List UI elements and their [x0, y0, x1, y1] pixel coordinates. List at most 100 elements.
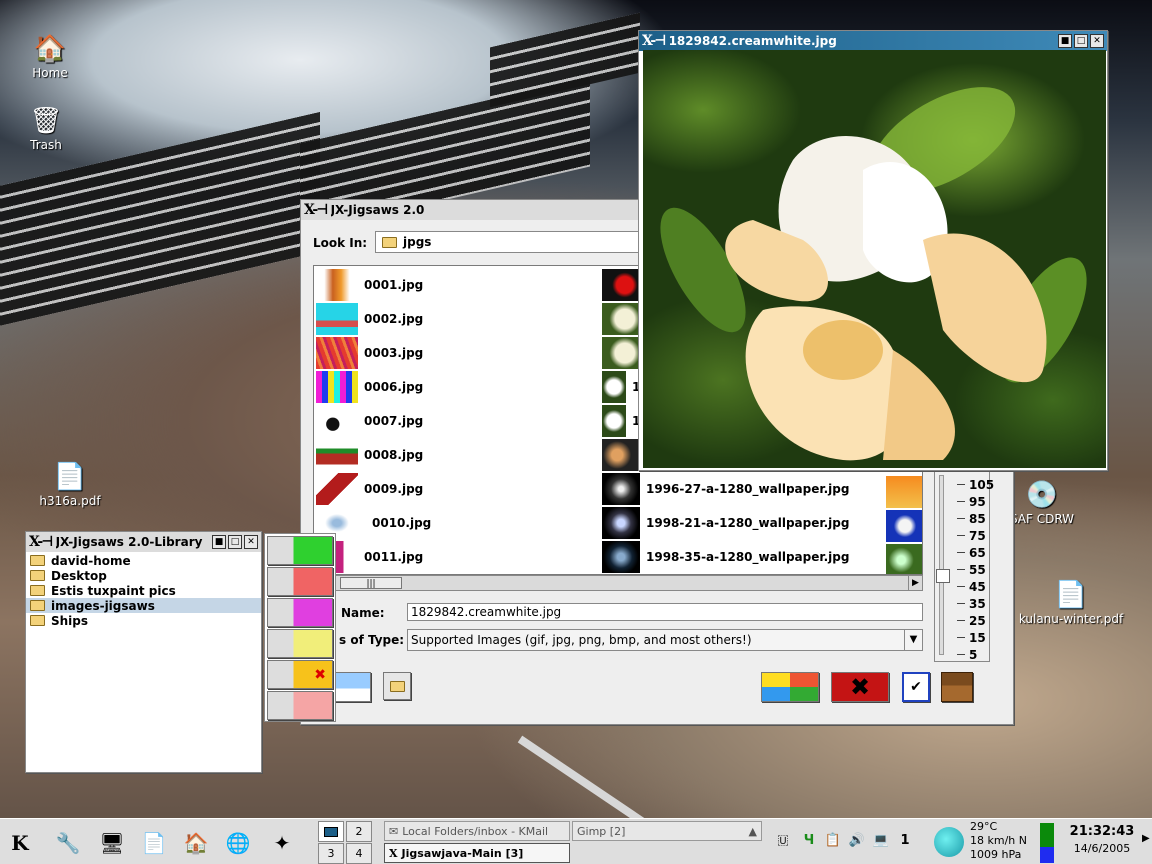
clipboard-icon[interactable]: 📋	[822, 829, 844, 851]
library-edit-list-button[interactable]	[267, 629, 333, 658]
task-gimp[interactable]: Gimp [2] ▲	[572, 821, 762, 841]
library-remove-button[interactable]: ✖	[267, 660, 333, 689]
chevron-up-icon[interactable]: ▲	[749, 825, 757, 838]
file-item[interactable]: 1998-35-a-1280_wallpaper.jpg	[602, 540, 849, 574]
chevron-down-icon[interactable]: ▼	[904, 630, 922, 650]
scroll-right-arrow[interactable]: ▶	[908, 576, 922, 590]
desktop-icon[interactable]: 🖥	[96, 827, 128, 859]
file-item[interactable]: 0007.jpg	[316, 404, 423, 438]
window-menu-icon[interactable]: X-⊣	[29, 534, 54, 550]
kde-menu-icon[interactable]: K	[4, 827, 36, 859]
window-menu-icon[interactable]: X-⊣	[642, 33, 667, 49]
file-item[interactable]: 0006.jpg	[316, 370, 423, 404]
slider-track[interactable]	[939, 475, 944, 655]
window-menu-icon[interactable]: X-⊣	[304, 202, 329, 218]
folder-icon	[30, 615, 45, 626]
desktop-pager-2[interactable]: 2	[346, 821, 372, 842]
minimize-icon[interactable]: ■	[212, 535, 226, 549]
us-flag-icon[interactable]: 🇺	[772, 829, 794, 851]
scale-label: 75	[957, 527, 994, 544]
library-add-folder-button[interactable]	[267, 536, 333, 565]
library-tree[interactable]: david-home Desktop Estis tuxpaint pics i…	[26, 552, 261, 628]
look-in-combo[interactable]: jpgs	[375, 231, 645, 253]
window-titlebar[interactable]: X-⊣ 1829842.creamwhite.jpg ■ □ ✕	[639, 31, 1107, 51]
desktop-pager-1[interactable]	[318, 821, 344, 842]
close-icon[interactable]: ✕	[244, 535, 258, 549]
clock-date: 14/6/2005	[1073, 842, 1131, 855]
library-item[interactable]: david-home	[26, 553, 261, 568]
close-icon[interactable]: ✕	[1090, 34, 1104, 48]
library-stop-button[interactable]	[267, 691, 333, 720]
file-type-select[interactable]: Supported Images (gif, jpg, png, bmp, an…	[407, 629, 923, 651]
library-home-button[interactable]	[331, 672, 371, 702]
minimize-icon[interactable]: ■	[1058, 34, 1072, 48]
desktop-icon-pdf[interactable]: 📄 kulanu-winter.pdf	[1016, 580, 1126, 626]
library-item[interactable]: Ships	[26, 613, 261, 628]
horizontal-scrollbar[interactable]: ||| ▶	[313, 575, 923, 591]
file-item[interactable]: 0001.jpg	[316, 268, 423, 302]
home-folder-icon[interactable]: 🏠	[180, 827, 212, 859]
speaker-icon[interactable]: 🔊	[846, 829, 868, 851]
scale-label: 45	[957, 578, 994, 595]
zoom-slider[interactable]: 105 95 85 75 65 55 45 35 25 15 5	[934, 470, 994, 662]
library-item[interactable]: Desktop	[26, 568, 261, 583]
desktop-icon-home[interactable]: 🏠 Home	[10, 34, 90, 80]
file-name: 1998-21-a-1280_wallpaper.jpg	[646, 516, 850, 530]
new-folder-button[interactable]	[383, 672, 411, 700]
image-thumbnail[interactable]	[886, 510, 922, 542]
globe-icon[interactable]: 🌐	[222, 827, 254, 859]
file-item[interactable]: 0003.jpg	[316, 336, 423, 370]
slider-thumb[interactable]	[936, 569, 950, 583]
treasure-chest-button[interactable]	[941, 672, 973, 702]
documents-icon[interactable]: 📄	[138, 827, 170, 859]
cancel-button[interactable]: ✖	[831, 672, 889, 702]
clock[interactable]: 21:32:43 14/6/2005	[1062, 823, 1142, 857]
image-thumbnail[interactable]	[886, 476, 922, 508]
file-item[interactable]: 1996-27-a-1280_wallpaper.jpg	[602, 472, 849, 506]
library-item-label: Estis tuxpaint pics	[51, 583, 176, 598]
slider-scale: 105 95 85 75 65 55 45 35 25 15 5	[957, 476, 994, 663]
maximize-icon[interactable]: □	[228, 535, 242, 549]
library-item-label: images-jigsaws	[51, 598, 155, 613]
desktop-icon-trash[interactable]: 🗑 Trash	[6, 106, 86, 152]
file-name-field[interactable]: 1829842.creamwhite.jpg	[407, 603, 923, 621]
file-name: 1998-35-a-1280_wallpaper.jpg	[646, 550, 850, 564]
kde-app-icon[interactable]: ✦	[266, 827, 298, 859]
file-item[interactable]: 0008.jpg	[316, 438, 423, 472]
desktop-icon-label: Home	[32, 66, 68, 80]
library-item[interactable]: images-jigsaws	[26, 598, 261, 613]
window-titlebar[interactable]: X-⊣ JX-Jigsaws 2.0-Library ■ □ ✕	[26, 532, 261, 552]
taskbar-expand-arrow[interactable]: ▶	[1142, 833, 1150, 844]
confirm-checkbox-button[interactable]: ✔	[902, 672, 930, 702]
desktop-pager-3[interactable]: 3	[318, 843, 344, 864]
desktop-icon-cdrom[interactable]: 💿 SAF CDRW	[1002, 480, 1082, 526]
folder-icon	[30, 600, 45, 611]
maximize-icon[interactable]: □	[1074, 34, 1088, 48]
network-icon[interactable]: 💻	[870, 829, 892, 851]
file-item[interactable]: 1998-21-a-1280_wallpaper.jpg	[602, 506, 849, 540]
file-item[interactable]: 0009.jpg	[316, 472, 423, 506]
library-copy-folder-button[interactable]	[267, 567, 333, 596]
image-thumbnail[interactable]	[886, 544, 922, 574]
file-item[interactable]: 1	[602, 370, 640, 404]
task-jigsawjava[interactable]: X Jigsawjava-Main [3]	[384, 843, 570, 863]
desktop-icon-pdf[interactable]: 📄 h316a.pdf	[30, 462, 110, 508]
keyboard-layout-icon[interactable]: Ч	[798, 829, 820, 851]
weather-icon[interactable]	[934, 827, 964, 857]
scale-label: 95	[957, 493, 994, 510]
file-name: 0003.jpg	[364, 346, 424, 360]
task-kmail[interactable]: ✉ Local Folders/inbox - KMail	[384, 821, 570, 841]
clock-time: 21:32:43	[1069, 824, 1135, 839]
folder-icon	[389, 680, 405, 692]
file-item[interactable]: 0002.jpg	[316, 302, 423, 336]
file-item[interactable]: 1	[602, 404, 640, 438]
desktop-pager-4[interactable]: 4	[346, 843, 372, 864]
library-item[interactable]: Estis tuxpaint pics	[26, 583, 261, 598]
cpu-meter[interactable]	[1040, 823, 1054, 863]
library-open-grid-button[interactable]	[267, 598, 333, 627]
make-jigsaw-button[interactable]	[761, 672, 819, 702]
weather-readout[interactable]: 29°C 18 km/h N 1009 hPa	[970, 820, 1027, 862]
wrench-icon[interactable]: 🔧	[52, 827, 84, 859]
notification-badge[interactable]: 1	[894, 829, 916, 851]
scrollbar-thumb[interactable]: |||	[340, 577, 402, 589]
